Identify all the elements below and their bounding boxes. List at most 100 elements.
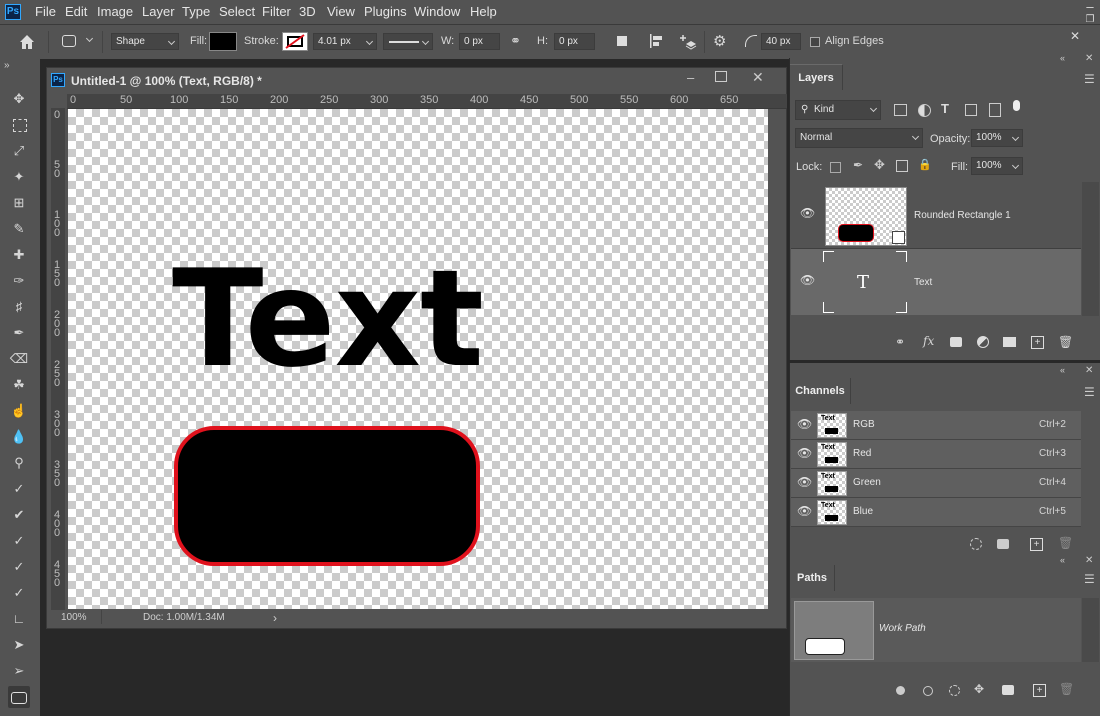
visibility-eye-icon[interactable]: 👁 (797, 446, 812, 460)
stroke-path-icon[interactable] (923, 686, 933, 696)
chevron-right-icon[interactable]: › (273, 611, 277, 625)
add-mask-icon[interactable] (950, 337, 962, 347)
doc-close-icon[interactable]: ✕ (752, 69, 764, 86)
rounded-rect-tool-icon[interactable] (62, 35, 76, 47)
lock-position-icon[interactable]: ✥ (874, 157, 885, 173)
close-icon[interactable]: ✕ (1068, 29, 1082, 43)
magic-wand-tool-icon[interactable]: ✦ (8, 166, 30, 188)
new-group-icon[interactable] (1003, 337, 1016, 347)
delete-channel-icon[interactable]: 🗑 (1058, 536, 1073, 550)
menu-image[interactable]: Image (97, 4, 133, 19)
menu-type[interactable]: Type (182, 4, 210, 19)
fill-field[interactable]: 100% (971, 157, 1023, 175)
blend-mode-select[interactable]: Normal (795, 128, 923, 148)
width-field[interactable]: 0 px (459, 33, 500, 50)
visibility-eye-icon[interactable]: 👁 (797, 475, 812, 489)
visibility-eye-icon[interactable]: 👁 (797, 504, 812, 518)
filter-toggle[interactable] (1013, 100, 1020, 111)
curvature-pen-tool-icon[interactable]: ✓ (8, 582, 30, 604)
gear-icon[interactable]: ⚙ (713, 32, 726, 50)
layer-row-selected[interactable]: 👁 T Text (791, 249, 1081, 315)
doc-minimize-icon[interactable]: – (687, 70, 694, 85)
tool-mode-select[interactable]: Shape (111, 33, 179, 50)
healing-brush-tool-icon[interactable]: ✚ (8, 244, 30, 266)
direct-selection-tool-icon[interactable]: ➤ (8, 634, 30, 656)
rounded-rectangle-tool-icon[interactable] (8, 686, 30, 708)
collapse-panel-icon[interactable]: « (1060, 555, 1065, 565)
collapse-panel-icon[interactable]: « (1060, 365, 1065, 375)
path-arrangement-icon[interactable] (678, 32, 698, 50)
smart-object-filter-icon[interactable] (989, 103, 1001, 117)
clone-stamp-tool-icon[interactable]: ♯ (8, 296, 30, 318)
adjustment-layer-icon[interactable] (977, 336, 989, 348)
tab-layers[interactable]: Layers (790, 64, 843, 91)
canvas[interactable]: Text (68, 109, 768, 609)
visibility-eye-icon[interactable]: 👁 (797, 417, 812, 431)
panel-menu-icon[interactable]: ☰ (1084, 72, 1095, 86)
smudge-tool-icon[interactable]: ☝ (8, 400, 30, 422)
marquee-tool-icon[interactable] (8, 114, 30, 136)
stroke-swatch[interactable] (282, 32, 308, 51)
channel-row[interactable]: 👁 Text RGB Ctrl+2 (791, 411, 1081, 440)
home-icon[interactable] (16, 32, 38, 52)
pen-tool-icon[interactable]: ✓ (8, 478, 30, 500)
menu-help[interactable]: Help (470, 4, 497, 19)
lasso-tool-icon[interactable]: ⤢ (8, 140, 30, 162)
menu-3d[interactable]: 3D (299, 4, 316, 19)
lock-all-icon[interactable]: 🔒 (918, 158, 932, 171)
lock-artboard-icon[interactable] (896, 160, 908, 172)
adjustment-filter-icon[interactable] (918, 104, 931, 117)
blur-tool-icon[interactable]: 💧 (8, 426, 30, 448)
menu-filter[interactable]: Filter (262, 4, 291, 19)
channel-row[interactable]: 👁 Text Blue Ctrl+5 (791, 498, 1081, 527)
panel-menu-icon[interactable]: ☰ (1084, 385, 1095, 399)
layer-name[interactable]: Rounded Rectangle 1 (914, 210, 1011, 221)
fill-swatch[interactable] (209, 32, 237, 51)
history-brush-tool-icon[interactable]: ✒ (8, 322, 30, 344)
add-vector-mask-icon[interactable] (1002, 685, 1014, 695)
layer-row[interactable]: 👁 Rounded Rectangle 1 (791, 182, 1081, 249)
stroke-width-field[interactable]: 4.01 px (313, 33, 377, 50)
menu-file[interactable]: File (35, 4, 56, 19)
crop-tool-icon[interactable]: ⊞ (8, 192, 30, 214)
align-edges-checkbox[interactable] (810, 37, 820, 47)
stroke-type-select[interactable] (383, 33, 433, 50)
tab-paths[interactable]: Paths (790, 565, 835, 591)
lock-image-icon[interactable]: ✒ (853, 158, 863, 172)
paths-scrollbar[interactable] (1082, 598, 1099, 662)
freeform-pen-tool-icon[interactable]: ✔ (8, 504, 30, 526)
menu-select[interactable]: Select (219, 4, 255, 19)
panel-menu-icon[interactable]: ☰ (1084, 572, 1095, 586)
link-layers-icon[interactable]: ⚭ (895, 335, 905, 349)
layers-scrollbar[interactable] (1082, 182, 1099, 316)
convert-point-tool-icon[interactable]: ∟ (8, 608, 30, 630)
canvas-text-layer[interactable]: Text (172, 249, 484, 389)
eraser-tool-icon[interactable]: ⌫ (8, 348, 30, 370)
menu-edit[interactable]: Edit (65, 4, 87, 19)
pixel-filter-icon[interactable] (894, 104, 907, 116)
menu-plugins[interactable]: Plugins (364, 4, 407, 19)
fill-path-icon[interactable] (896, 686, 905, 695)
panel-close-icon[interactable]: ✕ (1085, 53, 1093, 64)
paint-bucket-tool-icon[interactable]: ☘ (8, 374, 30, 396)
path-operations-icon[interactable] (617, 36, 627, 46)
shape-filter-icon[interactable] (965, 104, 977, 116)
collapse-panel-icon[interactable]: « (1060, 53, 1065, 63)
load-selection-icon[interactable] (970, 538, 982, 550)
delete-anchor-tool-icon[interactable]: ✓ (8, 556, 30, 578)
filter-kind-select[interactable]: ⚲ Kind (795, 100, 881, 120)
selection-to-path-icon[interactable]: ✥ (974, 682, 984, 696)
new-layer-icon[interactable]: + (1031, 336, 1044, 349)
channel-row[interactable]: 👁 Text Green Ctrl+4 (791, 469, 1081, 498)
menu-view[interactable]: View (327, 4, 355, 19)
menu-window[interactable]: Window (414, 4, 460, 19)
eyedropper-tool-icon[interactable]: ✎ (8, 218, 30, 240)
layer-name[interactable]: Text (914, 277, 932, 288)
new-channel-icon[interactable]: + (1030, 538, 1043, 551)
path-selection-tool-icon[interactable]: ➢ (8, 660, 30, 682)
dodge-tool-icon[interactable]: ⚲ (8, 452, 30, 474)
channel-row[interactable]: 👁 Text Red Ctrl+3 (791, 440, 1081, 469)
minimize-icon[interactable]: – (1080, 0, 1100, 14)
menu-layer[interactable]: Layer (142, 4, 175, 19)
panel-close-icon[interactable]: ✕ (1085, 555, 1093, 566)
